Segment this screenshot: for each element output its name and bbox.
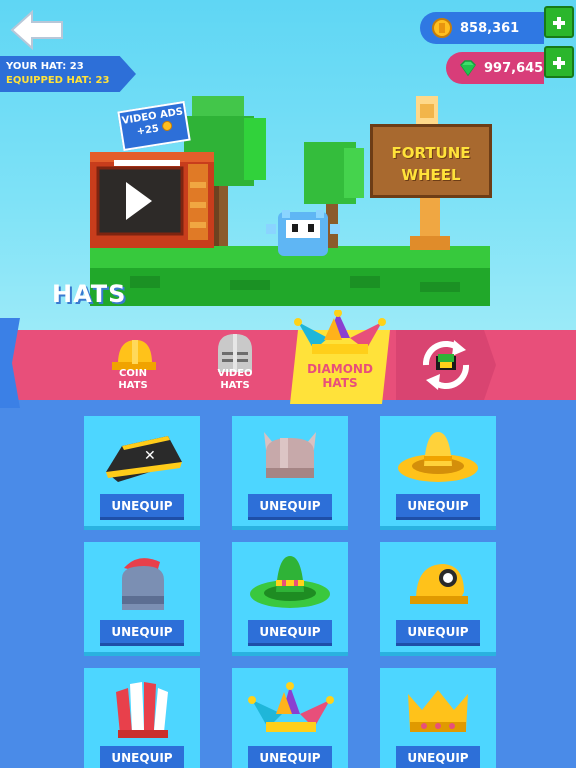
hats-grid: ✕ UNEQUIP UNEQUIP UNEQUIP UNEQUIP UNEQUI… [0, 408, 576, 768]
tab-coin-hats[interactable]: COIN HATS [98, 330, 168, 400]
green-sombrero-icon [250, 556, 330, 608]
coin-icon [432, 18, 452, 38]
hat-card-jester-hat[interactable]: UNEQUIP [232, 668, 348, 768]
random-refresh-icon [422, 340, 470, 390]
miner-hat-icon [410, 564, 468, 604]
jester-hat-icon [294, 310, 386, 354]
video-ads-reward: +25 [136, 123, 160, 138]
your-hat-count: YOUR HAT: 23 [6, 61, 84, 72]
player-character [266, 210, 340, 256]
add-coins-button[interactable] [544, 6, 574, 38]
unequip-button[interactable]: UNEQUIP [100, 494, 184, 520]
hat-card-horned-helmet[interactable]: UNEQUIP [232, 416, 348, 530]
unequip-button[interactable]: UNEQUIP [396, 746, 480, 768]
hat-card-roman-helmet[interactable]: UNEQUIP [84, 542, 200, 656]
gem-balance: 997,645 [446, 52, 544, 84]
horned-helmet-icon [264, 432, 316, 478]
yellow-sombrero-icon [398, 432, 478, 482]
equipped-hat-count: EQUIPPED HAT: 23 [6, 75, 110, 86]
tab-video-label: VIDEO HATS [217, 368, 253, 391]
unequip-button[interactable]: UNEQUIP [248, 620, 332, 646]
tab-coin-label: COIN HATS [118, 368, 148, 391]
fortune-wheel-label[interactable]: FORTUNE WHEEL [370, 142, 492, 186]
hat-card-feather-headdress[interactable]: UNEQUIP [84, 668, 200, 768]
coin-balance: 858,361 [420, 12, 544, 44]
hat-card-miner-hat[interactable]: UNEQUIP [380, 542, 496, 656]
coin-icon [161, 120, 173, 132]
svg-text:✕: ✕ [144, 448, 156, 464]
pirate-hat-icon: ✕ [106, 436, 182, 482]
back-arrow-icon[interactable] [10, 10, 64, 50]
hat-card-sombrero-green[interactable]: UNEQUIP [232, 542, 348, 656]
video-ads-sign[interactable]: VIDEO ADS +25 [117, 100, 191, 152]
gem-icon [460, 60, 476, 77]
video-ads-tv[interactable] [90, 152, 214, 248]
coin-value: 858,361 [460, 20, 520, 36]
hat-card-sombrero-yellow[interactable]: UNEQUIP [380, 416, 496, 530]
fortune-line-1: FORTUNE [391, 144, 471, 162]
tab-video-hats[interactable]: VIDEO HATS [200, 330, 270, 400]
jester-hat-icon [248, 682, 334, 732]
tab-diamond-label: DIAMOND HATS [307, 362, 373, 390]
fortune-line-2: WHEEL [401, 166, 461, 184]
unequip-button[interactable]: UNEQUIP [100, 620, 184, 646]
unequip-button[interactable]: UNEQUIP [100, 746, 184, 768]
unequip-button[interactable]: UNEQUIP [396, 494, 480, 520]
feather-headdress-icon [116, 682, 168, 738]
tab-diamond-hats[interactable]: DIAMOND HATS [290, 310, 390, 404]
hat-info-panel: YOUR HAT: 23 EQUIPPED HAT: 23 [0, 56, 136, 92]
unequip-button[interactable]: UNEQUIP [248, 746, 332, 768]
unequip-button[interactable]: UNEQUIP [248, 494, 332, 520]
hat-card-crown[interactable]: UNEQUIP [380, 668, 496, 768]
roman-helmet-icon [122, 558, 164, 610]
page-title: HATS [52, 280, 127, 308]
add-gems-button[interactable] [544, 46, 574, 78]
gem-value: 997,645 [484, 60, 544, 76]
unequip-button[interactable]: UNEQUIP [396, 620, 480, 646]
category-tabs: COIN HATS VIDEO HATS DIAMOND HATS [0, 310, 576, 408]
hat-card-pirate-hat[interactable]: ✕ UNEQUIP [84, 416, 200, 530]
tab-random-hat[interactable] [396, 330, 496, 400]
crown-icon [408, 690, 468, 732]
scene: YOUR HAT: 23 EQUIPPED HAT: 23 858,361 99… [0, 0, 576, 330]
